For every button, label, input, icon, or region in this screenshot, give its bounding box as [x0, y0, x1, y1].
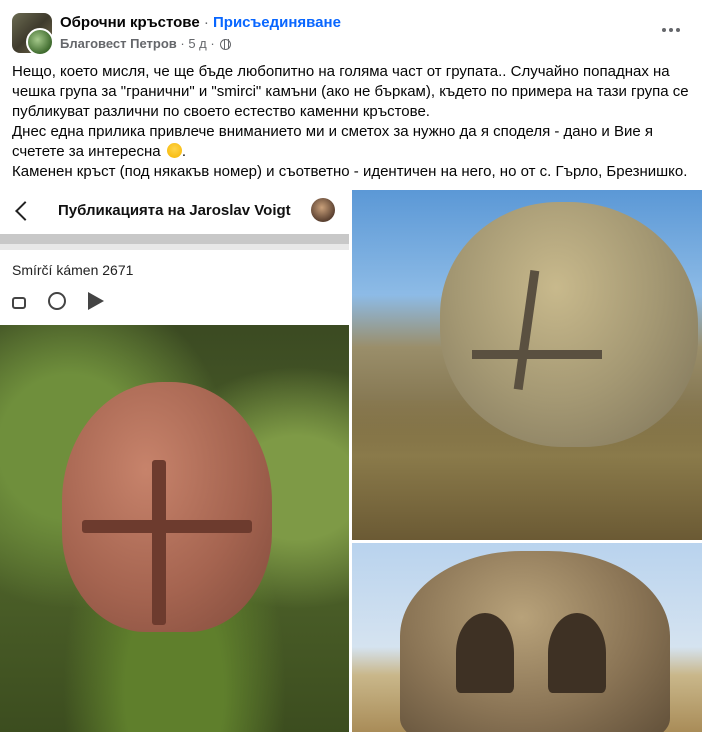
group-line: Оброчни кръстове · Присъединяване: [60, 14, 341, 31]
join-button[interactable]: Присъединяване: [213, 14, 341, 31]
separator: ·: [203, 14, 209, 31]
back-arrow-icon: [15, 201, 35, 221]
stone-hole: [456, 613, 514, 693]
smile-emoji-icon: [166, 143, 182, 158]
photo-grid: Публикацията на Jaroslav Voigt Smírčí ká…: [0, 190, 702, 732]
post-time[interactable]: 5 д: [188, 36, 206, 51]
more-options-icon[interactable]: [656, 18, 686, 42]
meta-separator: ·: [210, 36, 215, 51]
post-paragraph: Каменен кръст (под някакъв номер) и съот…: [12, 163, 688, 180]
post-text: Нещо, което мисля, че ще бъде любопитно …: [12, 62, 692, 182]
embedded-actions: [12, 292, 104, 310]
like-icon: [12, 297, 26, 309]
cross-carving: [82, 520, 252, 533]
embedded-title: Публикацията на Jaroslav Voigt: [58, 202, 291, 219]
meta-separator: ·: [180, 36, 185, 51]
post-paragraph: Днес една прилика привлече вниманието ми…: [12, 123, 653, 160]
divider: [0, 244, 349, 250]
stone-cross-holed: [400, 551, 670, 732]
stone-hole: [548, 613, 606, 693]
embedded-caption: Smírčí kámen 2671: [12, 262, 134, 278]
photo-top-right[interactable]: [352, 190, 702, 540]
stone-cross-red: [62, 382, 272, 632]
post-header: Оброчни кръстове · Присъединяване Благов…: [12, 12, 692, 56]
comment-icon: [48, 292, 66, 310]
embedded-header: Публикацията на Jaroslav Voigt: [0, 190, 349, 234]
stone-cross-gray: [440, 202, 698, 447]
photo-left[interactable]: Публикацията на Jaroslav Voigt Smírčí ká…: [0, 190, 349, 732]
photo-bottom-right[interactable]: [352, 543, 702, 732]
post-meta: Благовест Петров · 5 д ·: [60, 36, 232, 51]
embedded-avatar: [311, 198, 335, 222]
cross-carving: [472, 350, 602, 359]
group-name[interactable]: Оброчни кръстове: [60, 14, 200, 31]
globe-icon: [220, 39, 232, 50]
cross-carving: [152, 460, 166, 625]
author-name[interactable]: Благовест Петров: [60, 36, 177, 51]
share-icon: [88, 292, 104, 310]
post-paragraph: Нещо, което мисля, че ще бъде любопитно …: [12, 63, 689, 120]
divider: [0, 234, 349, 244]
author-avatar[interactable]: [26, 28, 54, 56]
